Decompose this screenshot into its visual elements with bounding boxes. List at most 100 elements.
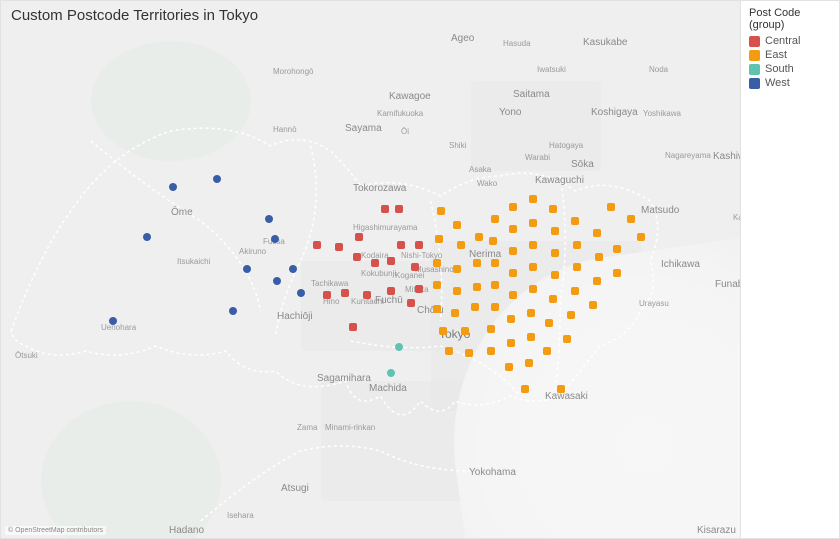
data-point-east[interactable] [509,203,517,211]
data-point-east[interactable] [529,263,537,271]
data-point-central[interactable] [353,253,361,261]
data-point-east[interactable] [607,203,615,211]
data-point-east[interactable] [521,385,529,393]
data-point-east[interactable] [549,295,557,303]
data-point-east[interactable] [461,327,469,335]
data-point-west[interactable] [213,175,221,183]
data-point-east[interactable] [491,259,499,267]
data-point-east[interactable] [433,305,441,313]
legend-item-east[interactable]: East [749,49,831,61]
data-point-central[interactable] [323,291,331,299]
data-point-east[interactable] [451,309,459,317]
data-point-east[interactable] [551,227,559,235]
data-point-central[interactable] [397,241,405,249]
data-point-east[interactable] [557,385,565,393]
data-point-central[interactable] [395,205,403,213]
data-point-west[interactable] [243,265,251,273]
data-point-east[interactable] [567,311,575,319]
data-point-east[interactable] [543,347,551,355]
data-point-central[interactable] [387,257,395,265]
data-point-east[interactable] [453,221,461,229]
data-point-east[interactable] [549,205,557,213]
data-point-west[interactable] [289,265,297,273]
data-point-east[interactable] [445,347,453,355]
data-point-east[interactable] [589,301,597,309]
data-point-central[interactable] [363,291,371,299]
data-point-west[interactable] [271,235,279,243]
data-point-east[interactable] [573,241,581,249]
data-point-east[interactable] [551,271,559,279]
data-point-central[interactable] [313,241,321,249]
data-point-east[interactable] [489,237,497,245]
data-point-east[interactable] [457,241,465,249]
data-point-east[interactable] [491,215,499,223]
data-point-west[interactable] [297,289,305,297]
data-point-central[interactable] [407,299,415,307]
data-point-west[interactable] [265,215,273,223]
data-point-east[interactable] [637,233,645,241]
data-point-east[interactable] [453,265,461,273]
data-point-east[interactable] [613,269,621,277]
data-point-west[interactable] [169,183,177,191]
data-point-east[interactable] [491,281,499,289]
data-point-central[interactable] [355,233,363,241]
legend-item-west[interactable]: West [749,77,831,89]
data-point-east[interactable] [435,235,443,243]
data-point-east[interactable] [487,347,495,355]
data-point-east[interactable] [563,335,571,343]
data-point-east[interactable] [453,287,461,295]
data-point-west[interactable] [229,307,237,315]
data-point-east[interactable] [507,315,515,323]
data-point-east[interactable] [593,229,601,237]
data-point-central[interactable] [335,243,343,251]
data-point-central[interactable] [349,323,357,331]
data-point-central[interactable] [341,289,349,297]
data-point-east[interactable] [433,281,441,289]
data-point-east[interactable] [505,363,513,371]
data-point-west[interactable] [273,277,281,285]
data-point-east[interactable] [627,215,635,223]
data-point-east[interactable] [529,219,537,227]
data-point-south[interactable] [387,369,395,377]
data-point-east[interactable] [593,277,601,285]
data-point-east[interactable] [509,269,517,277]
data-point-east[interactable] [487,325,495,333]
data-point-central[interactable] [371,259,379,267]
data-point-east[interactable] [545,319,553,327]
data-point-east[interactable] [571,287,579,295]
data-point-east[interactable] [471,303,479,311]
data-point-east[interactable] [509,247,517,255]
data-point-east[interactable] [551,249,559,257]
data-point-central[interactable] [415,285,423,293]
data-point-central[interactable] [381,205,389,213]
legend-item-south[interactable]: South [749,63,831,75]
data-point-east[interactable] [491,303,499,311]
data-point-east[interactable] [473,259,481,267]
data-point-east[interactable] [529,241,537,249]
data-point-east[interactable] [507,339,515,347]
data-point-east[interactable] [465,349,473,357]
data-point-east[interactable] [439,327,447,335]
data-point-east[interactable] [473,283,481,291]
data-point-south[interactable] [395,343,403,351]
map-area[interactable]: Custom Postcode Territories in Tokyo [1,1,741,538]
data-point-east[interactable] [527,333,535,341]
data-point-east[interactable] [527,309,535,317]
legend-item-central[interactable]: Central [749,35,831,47]
data-point-east[interactable] [525,359,533,367]
data-point-east[interactable] [529,285,537,293]
data-point-east[interactable] [509,291,517,299]
data-point-central[interactable] [415,241,423,249]
data-point-east[interactable] [475,233,483,241]
data-point-east[interactable] [509,225,517,233]
data-point-west[interactable] [143,233,151,241]
data-point-east[interactable] [529,195,537,203]
data-point-east[interactable] [571,217,579,225]
data-point-east[interactable] [437,207,445,215]
data-point-west[interactable] [109,317,117,325]
data-point-east[interactable] [595,253,603,261]
data-point-east[interactable] [433,259,441,267]
data-point-central[interactable] [411,263,419,271]
data-point-east[interactable] [573,263,581,271]
data-point-east[interactable] [613,245,621,253]
